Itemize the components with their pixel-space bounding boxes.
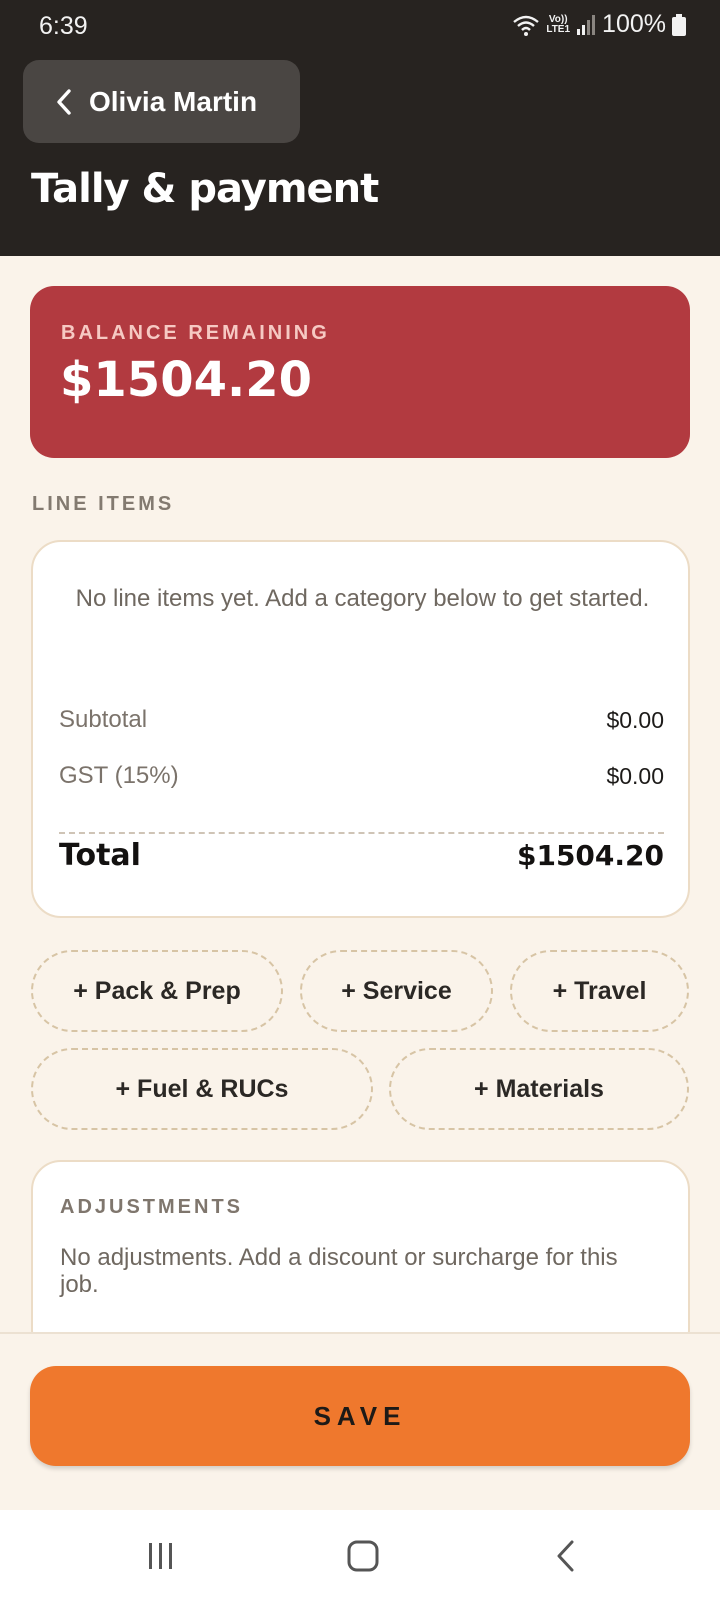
page-title: Tally & payment — [31, 166, 379, 212]
adjustments-empty-message: No adjustments. Add a discount or surcha… — [60, 1244, 618, 1298]
balance-label: BALANCE REMAINING — [61, 322, 330, 344]
back-button[interactable]: Olivia Martin — [23, 60, 300, 143]
app-header: 6:39 Vo)) LTE1 100% Olivia Martin Tally … — [0, 0, 720, 256]
subtotal-label: Subtotal — [59, 706, 148, 733]
chevron-left-icon — [57, 88, 71, 115]
balance-value: $1504.20 — [60, 352, 313, 408]
line-items-card: No line items yet. Add a category below … — [31, 540, 690, 918]
status-bar: 6:39 Vo)) LTE1 100% — [0, 0, 720, 52]
recent-apps-icon — [149, 1543, 172, 1569]
total-row: Total $1504.20 — [59, 838, 664, 873]
back-label: Olivia Martin — [89, 85, 258, 117]
adjustments-card: ADJUSTMENTS No adjustments. Add a discou… — [31, 1160, 690, 1360]
add-service-button[interactable]: + Service — [300, 950, 493, 1032]
nav-back-button[interactable] — [535, 1534, 595, 1578]
battery-icon — [672, 13, 686, 36]
line-items-empty-message: No line items yet. Add a category below … — [75, 585, 650, 612]
subtotal-row: Subtotal $0.00 — [59, 706, 664, 734]
total-label: Total — [59, 838, 141, 873]
lte-icon: Vo)) LTE1 — [546, 13, 571, 35]
adjustments-label: ADJUSTMENTS — [60, 1196, 244, 1218]
home-button[interactable] — [333, 1534, 393, 1578]
status-time: 6:39 — [39, 12, 88, 40]
subtotal-value: $0.00 — [606, 706, 664, 733]
add-travel-button[interactable]: + Travel — [510, 950, 689, 1032]
line-items-label: LINE ITEMS — [32, 493, 175, 515]
totals-divider — [59, 832, 664, 834]
add-fuel-rucs-button[interactable]: + Fuel & RUCs — [31, 1048, 373, 1130]
balance-card: BALANCE REMAINING $1504.20 — [30, 286, 690, 458]
gst-value: $0.00 — [606, 762, 664, 789]
total-value: $1504.20 — [516, 839, 664, 872]
add-materials-button[interactable]: + Materials — [389, 1048, 689, 1130]
home-icon — [347, 1540, 379, 1572]
add-pack-prep-button[interactable]: + Pack & Prep — [31, 950, 283, 1032]
wifi-icon — [513, 15, 540, 36]
recent-apps-button[interactable] — [131, 1534, 191, 1578]
save-panel: SAVE — [0, 1332, 720, 1510]
battery-percent: 100% — [602, 10, 666, 38]
signal-icon — [577, 14, 596, 35]
gst-label: GST (15%) — [59, 762, 179, 789]
gst-row: GST (15%) $0.00 — [59, 762, 664, 790]
system-nav-bar — [0, 1510, 720, 1600]
save-button[interactable]: SAVE — [30, 1366, 690, 1466]
back-icon — [557, 1540, 574, 1572]
status-icons: Vo)) LTE1 100% — [512, 10, 686, 39]
